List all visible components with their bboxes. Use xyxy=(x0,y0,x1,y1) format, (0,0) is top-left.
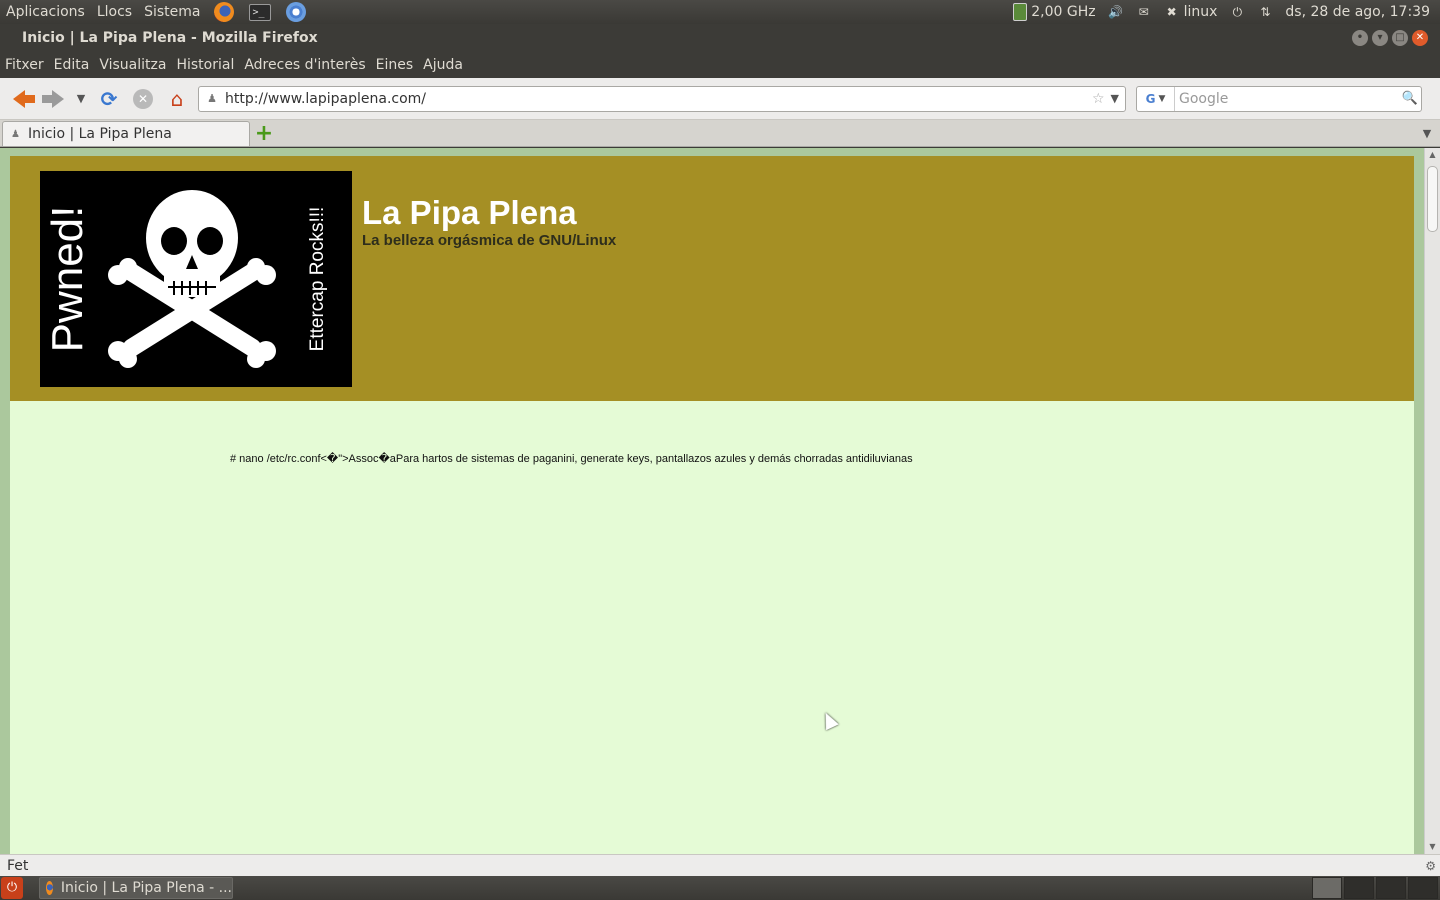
user-status-icon: ✖ xyxy=(1166,5,1177,19)
reload-icon: ⟳ xyxy=(100,86,118,111)
menu-help[interactable]: Ajuda xyxy=(418,57,468,73)
cpu-frequency-text: 2,00 GHz xyxy=(1031,4,1096,20)
skull-crossbones-icon xyxy=(108,190,276,368)
terminal-launcher[interactable]: >_ xyxy=(248,1,272,23)
history-dropdown-button[interactable]: ▼ xyxy=(72,84,90,114)
window-title: Inicio | La Pipa Plena - Mozilla Firefox xyxy=(22,30,318,46)
scroll-down-icon[interactable]: ▼ xyxy=(1425,840,1440,854)
workspace-2[interactable] xyxy=(1344,877,1374,899)
user-name: linux xyxy=(1183,4,1218,20)
show-desktop-button[interactable]: ⏻ xyxy=(1,877,23,899)
search-bar[interactable]: G▼ 🔍 xyxy=(1136,85,1422,112)
url-dropdown-icon[interactable]: ▼ xyxy=(1109,92,1125,105)
site-tagline: La belleza orgásmica de GNU/Linux xyxy=(362,232,617,249)
search-go-icon[interactable]: 🔍 xyxy=(1399,91,1421,106)
menu-tools[interactable]: Eines xyxy=(371,57,419,73)
logo-pwned-text: Pwned! xyxy=(43,205,92,353)
tab-list-button[interactable]: ▼ xyxy=(1414,121,1440,146)
forward-button[interactable] xyxy=(38,84,68,114)
stop-icon: ✕ xyxy=(133,88,153,109)
taskbar-task-label: Inicio | La Pipa Plena - ... xyxy=(60,880,232,896)
menu-history[interactable]: Historial xyxy=(171,57,239,73)
url-text[interactable]: http://www.lapipaplena.com/ xyxy=(225,91,1088,107)
firefox-icon xyxy=(214,2,235,22)
home-icon: ⌂ xyxy=(170,86,184,111)
navigation-toolbar: ▼ ⟳ ✕ ⌂ ♟ http://www.lapipaplena.com/ ☆ … xyxy=(0,78,1440,120)
status-text: Fet xyxy=(7,857,29,874)
tab-bar: ♟ Inicio | La Pipa Plena + ▼ xyxy=(0,120,1440,147)
chromium-launcher[interactable] xyxy=(284,1,308,23)
firefox-icon xyxy=(46,881,53,895)
scroll-up-icon[interactable]: ▲ xyxy=(1425,148,1440,162)
home-button[interactable]: ⌂ xyxy=(162,84,192,114)
cpu-frequency-applet[interactable]: 2,00 GHz xyxy=(1013,3,1096,21)
scroll-thumb[interactable] xyxy=(1427,166,1438,232)
engine-dropdown-icon: ▼ xyxy=(1158,93,1166,104)
cpu-icon xyxy=(1013,3,1028,21)
page-body: Pwned! Ettercap Rocks!!! La Pipa Plena L… xyxy=(10,156,1414,854)
search-input[interactable] xyxy=(1175,90,1399,107)
chromium-icon xyxy=(286,2,307,22)
tab-label: Inicio | La Pipa Plena xyxy=(27,126,172,142)
tab-favicon-icon: ♟ xyxy=(11,128,20,140)
close-button[interactable]: ✕ xyxy=(1412,30,1428,46)
minimize-button[interactable]: ▾ xyxy=(1372,30,1388,46)
terminal-icon: >_ xyxy=(249,3,272,21)
workspace-4[interactable] xyxy=(1408,877,1438,899)
back-button[interactable] xyxy=(4,84,35,114)
new-tab-button[interactable]: + xyxy=(250,121,278,146)
site-title[interactable]: La Pipa Plena xyxy=(362,194,577,232)
network-icon[interactable]: ⇅ xyxy=(1257,5,1273,19)
search-engine-button[interactable]: G ▼ xyxy=(1137,86,1175,111)
page-viewport: Pwned! Ettercap Rocks!!! La Pipa Plena L… xyxy=(0,148,1424,854)
defacement-text: # nano /etc/rc.conf<�">Assoc�aPara harto… xyxy=(230,453,913,465)
reload-button[interactable]: ⟳ xyxy=(94,84,124,114)
logo-ettercap-text: Ettercap Rocks!!! xyxy=(307,206,328,352)
workspace-3[interactable] xyxy=(1376,877,1406,899)
top-panel: Aplicacions Llocs Sistema >_ 2,00 GHz 🔊 … xyxy=(0,0,1440,24)
bottom-panel: ⏻ Inicio | La Pipa Plena - ... xyxy=(0,876,1440,900)
firefox-launcher[interactable] xyxy=(212,1,236,23)
status-bar: Fet ⚙ xyxy=(0,854,1440,876)
workspace-switcher xyxy=(1312,877,1438,899)
workspace-1[interactable] xyxy=(1312,877,1342,899)
menu-bookmarks[interactable]: Adreces d'interès xyxy=(239,57,370,73)
system-menu[interactable]: Sistema xyxy=(138,4,206,20)
stop-button[interactable]: ✕ xyxy=(128,84,158,114)
site-identity-icon[interactable]: ♟ xyxy=(199,92,225,105)
site-header: Pwned! Ettercap Rocks!!! La Pipa Plena L… xyxy=(10,156,1414,401)
applications-menu[interactable]: Aplicacions xyxy=(0,4,91,20)
tab-inicio[interactable]: ♟ Inicio | La Pipa Plena xyxy=(2,121,250,146)
volume-icon[interactable]: 🔊 xyxy=(1108,5,1124,19)
site-logo[interactable]: Pwned! Ettercap Rocks!!! xyxy=(40,171,352,387)
forward-arrow-icon xyxy=(42,89,64,108)
menu-file[interactable]: Fitxer xyxy=(0,57,49,73)
menu-edit[interactable]: Edita xyxy=(49,57,95,73)
url-bar[interactable]: ♟ http://www.lapipaplena.com/ ☆ ▼ xyxy=(198,85,1126,112)
maximize-button[interactable]: □ xyxy=(1392,30,1408,46)
user-menu[interactable]: ✖ linux xyxy=(1164,4,1218,20)
menubar: Fitxer Edita Visualitza Historial Adrece… xyxy=(0,52,1440,78)
menu-view[interactable]: Visualitza xyxy=(94,57,171,73)
mail-icon[interactable]: ✉ xyxy=(1136,5,1152,19)
window-controls: • ▾ □ ✕ xyxy=(1352,30,1440,46)
places-menu[interactable]: Llocs xyxy=(91,4,138,20)
clock[interactable]: ds, 28 de ago, 17:39 xyxy=(1285,4,1430,20)
google-icon: G xyxy=(1145,91,1156,106)
window-menu-button[interactable]: • xyxy=(1352,30,1368,46)
window-titlebar[interactable]: Inicio | La Pipa Plena - Mozilla Firefox… xyxy=(0,24,1440,52)
power-icon[interactable]: ⏻ xyxy=(1229,5,1245,19)
back-arrow-icon xyxy=(13,89,35,108)
resize-grip-icon[interactable]: ⚙ xyxy=(1425,859,1436,873)
vertical-scrollbar[interactable]: ▲ ▼ xyxy=(1424,148,1440,854)
system-tray: 2,00 GHz 🔊 ✉ ✖ linux ⏻ ⇅ ds, 28 de ago, … xyxy=(1013,3,1440,21)
bookmark-star-icon[interactable]: ☆ xyxy=(1088,91,1109,107)
taskbar-firefox-window[interactable]: Inicio | La Pipa Plena - ... xyxy=(39,877,233,899)
